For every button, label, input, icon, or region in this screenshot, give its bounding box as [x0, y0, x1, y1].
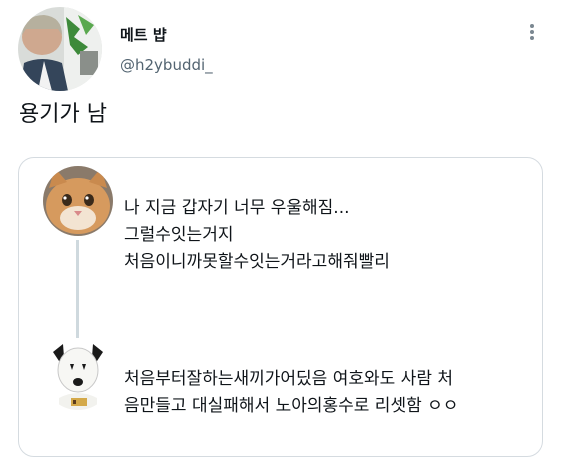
profile-photo	[18, 7, 102, 91]
first-reply-line: 처음이니까못할수잇는거라고해줘빨리	[124, 252, 390, 272]
tweet-text: 용기가 남	[19, 102, 107, 127]
first-reply-line: 그럴수잇는거지	[124, 225, 234, 245]
dog-avatar[interactable]	[43, 340, 113, 410]
first-reply-line: 나 지금 갑자기 너무 우울해짐...	[124, 198, 350, 218]
first-reply-text: 나 지금 갑자기 너무 우울해짐... 그럴수잇는거지 처음이니까못할수잇는거라…	[124, 195, 390, 276]
user-handle[interactable]: @h2ybuddi_	[120, 56, 213, 74]
cat-avatar[interactable]	[43, 166, 113, 236]
second-reply-text: 처음부터잘하는새끼가어딨음 여호와도 사람 처 음만들고 대실패해서 노아의홍수…	[124, 366, 458, 420]
cat-photo	[43, 166, 113, 236]
second-reply-line: 음만들고 대실패해서 노아의홍수로 리셋함 ㅇㅇ	[124, 396, 459, 416]
thread-connector-line	[76, 240, 79, 338]
display-name[interactable]: 메트 뱝	[120, 24, 167, 45]
profile-avatar[interactable]	[18, 7, 102, 91]
more-icon[interactable]	[526, 22, 538, 46]
second-reply-line: 처음부터잘하는새끼가어딨음 여호와도 사람 처	[124, 369, 454, 389]
dog-character-image	[43, 340, 113, 410]
